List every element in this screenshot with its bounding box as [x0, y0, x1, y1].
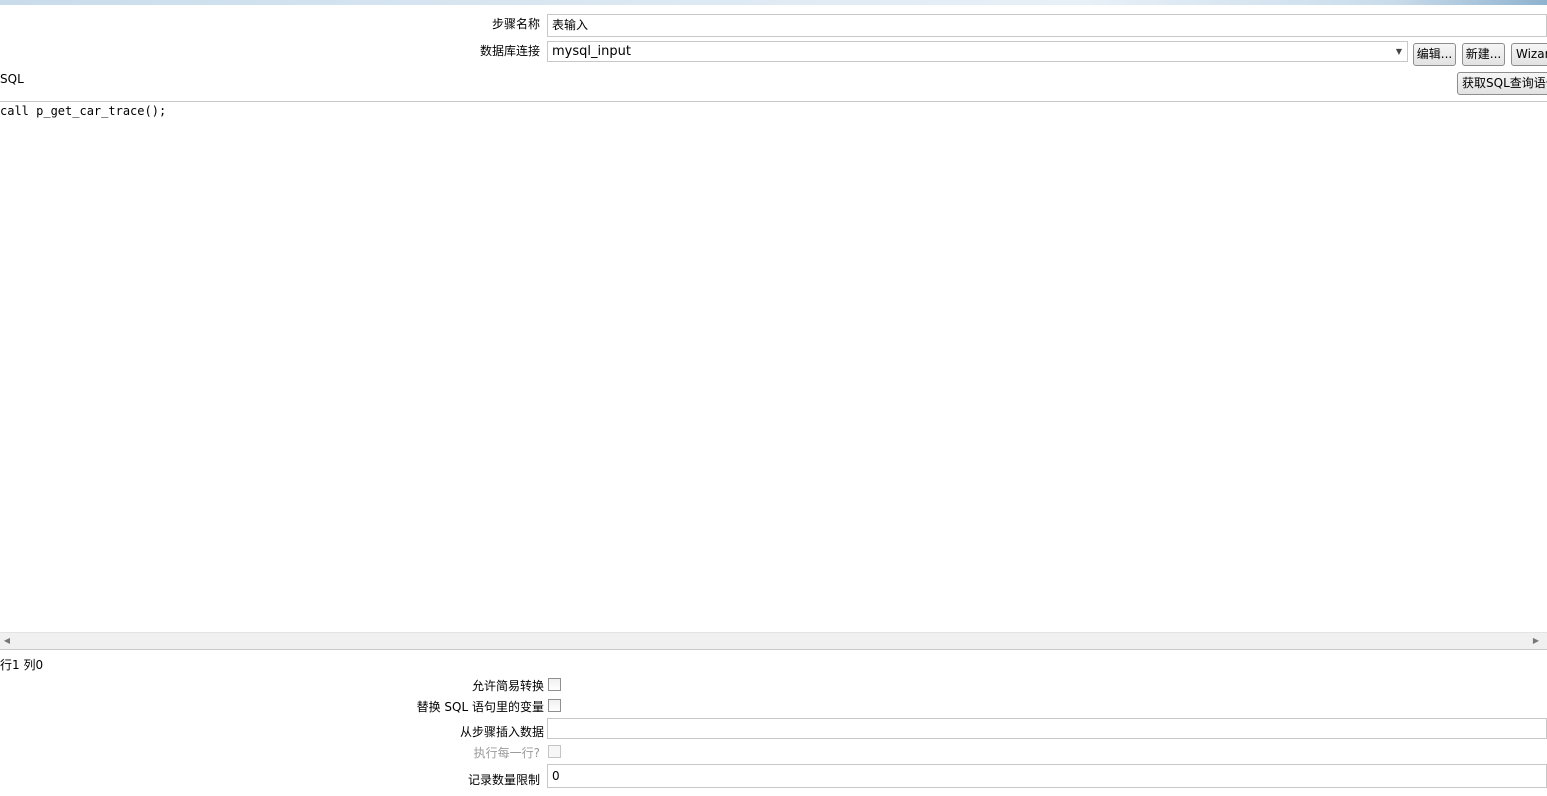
- lazy-conversion-checkbox[interactable]: [548, 678, 561, 691]
- table-input-dialog: 步骤名称 表输入 数据库连接 mysql_input ▼ 编辑... 新建...…: [0, 0, 1547, 796]
- db-connection-select[interactable]: mysql_input ▼: [547, 41, 1408, 62]
- bottom-edge: [0, 792, 1547, 796]
- insert-from-step-select[interactable]: [547, 718, 1547, 739]
- db-connection-value: mysql_input: [552, 44, 631, 59]
- wizard-button[interactable]: Wizard...: [1511, 43, 1547, 66]
- step-name-input[interactable]: 表输入: [547, 14, 1547, 37]
- limit-label: 记录数量限制: [467, 773, 540, 787]
- chevron-down-icon[interactable]: ▼: [1393, 45, 1405, 59]
- lazy-conversion-label: 允许简易转换: [471, 679, 544, 693]
- db-connection-label: 数据库连接: [479, 44, 540, 58]
- window-title-strip: [0, 0, 1547, 5]
- sql-editor[interactable]: call p_get_car_trace();: [0, 101, 1547, 650]
- horizontal-scrollbar[interactable]: ◀ ▶: [0, 632, 1547, 649]
- replace-variables-checkbox[interactable]: [548, 699, 561, 712]
- step-name-label: 步骤名称: [491, 17, 540, 31]
- arrow-right-icon[interactable]: ▶: [1529, 633, 1543, 649]
- execute-each-row-checkbox[interactable]: [548, 745, 561, 758]
- limit-input[interactable]: 0: [547, 764, 1547, 788]
- sql-editor-content[interactable]: call p_get_car_trace();: [0, 103, 166, 119]
- sql-label: SQL: [0, 72, 24, 86]
- new-connection-button[interactable]: 新建...: [1462, 43, 1505, 66]
- execute-each-row-label: 执行每一行?: [473, 746, 540, 760]
- arrow-left-icon[interactable]: ◀: [0, 633, 14, 649]
- replace-variables-label: 替换 SQL 语句里的变量: [416, 700, 544, 714]
- edit-connection-button[interactable]: 编辑...: [1413, 43, 1456, 66]
- cursor-position-status: 行1 列0: [0, 658, 44, 672]
- insert-from-step-label: 从步骤插入数据: [459, 725, 544, 739]
- get-sql-query-button[interactable]: 获取SQL查询语句...: [1457, 72, 1547, 95]
